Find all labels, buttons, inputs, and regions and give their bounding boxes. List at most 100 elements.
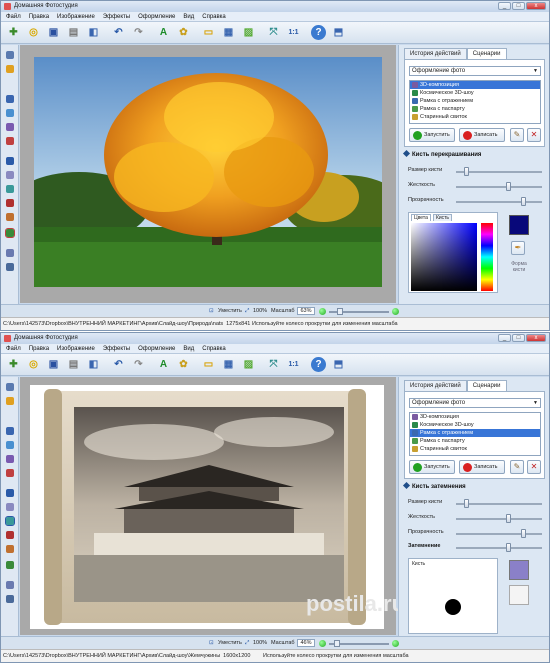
close-button[interactable]: x — [526, 2, 546, 10]
run-button[interactable]: Запустить — [409, 460, 455, 474]
menu-help[interactable]: Справка — [202, 344, 226, 353]
tab-history[interactable]: История действий — [404, 48, 467, 59]
actual-size-small-icon[interactable]: ⤢ — [245, 639, 249, 648]
recolor-brush-tool-icon[interactable] — [5, 228, 15, 238]
record-button[interactable]: Записать — [459, 128, 505, 142]
palette-icon[interactable]: ✿ — [176, 25, 191, 40]
minimize-button[interactable]: _ — [498, 334, 511, 342]
actual-size-icon[interactable]: 1:1 — [286, 357, 301, 372]
zoom-out-icon[interactable] — [319, 640, 326, 647]
opacity-slider[interactable] — [456, 529, 542, 538]
list-item[interactable]: Космическое 3D-шоу — [410, 421, 540, 429]
slider-knob[interactable] — [464, 167, 470, 176]
open-folder-icon[interactable]: ✚ — [6, 357, 21, 372]
current-color-swatch[interactable] — [509, 560, 529, 580]
slider-knob[interactable] — [464, 499, 470, 508]
tab-colors[interactable]: Цвета — [411, 214, 431, 221]
list-item[interactable]: Старинный свиток — [410, 445, 540, 453]
fit-label[interactable]: Уместить — [218, 307, 242, 316]
secondary-color-swatch[interactable] — [509, 585, 529, 605]
frame-icon[interactable]: ▭ — [201, 357, 216, 372]
info-icon[interactable]: ⬒ — [331, 25, 346, 40]
save-icon[interactable]: ▣ — [46, 357, 61, 372]
brush-size-slider[interactable] — [456, 499, 542, 508]
info-icon[interactable]: ⬒ — [331, 357, 346, 372]
photo-icon[interactable]: ▨ — [241, 357, 256, 372]
scenario-category-select[interactable]: Оформление фото ▼ — [409, 66, 541, 76]
brush-tool-icon[interactable] — [6, 427, 14, 435]
slider-knob[interactable] — [505, 543, 511, 552]
close-button[interactable]: x — [526, 334, 546, 342]
eye-tool-icon[interactable] — [6, 489, 14, 497]
delete-scenario-icon[interactable]: ✕ — [527, 128, 541, 142]
zoom-slider[interactable] — [329, 308, 389, 315]
palette-icon[interactable]: ✿ — [176, 357, 191, 372]
paint-tool-icon[interactable] — [6, 199, 14, 207]
stamp-tool-icon[interactable] — [6, 137, 14, 145]
zoom-out-icon[interactable] — [319, 308, 326, 315]
open-folder-icon[interactable]: ✚ — [6, 25, 21, 40]
slider-knob[interactable] — [505, 182, 511, 191]
menu-effects[interactable]: Эффекты — [103, 344, 130, 353]
color-gradient-field[interactable] — [411, 223, 477, 291]
zoom-slider-knob[interactable] — [334, 640, 340, 647]
maximize-button[interactable]: □ — [512, 2, 525, 10]
hue-bar[interactable] — [481, 223, 493, 291]
zoom-in-icon[interactable] — [392, 308, 399, 315]
edit-scenario-icon[interactable]: ✎ — [510, 460, 524, 474]
eye-tool-icon[interactable] — [6, 157, 14, 165]
list-item[interactable]: Космическое 3D-шоу — [410, 89, 540, 97]
stamp-tool-icon[interactable] — [6, 469, 14, 477]
text-tool-icon[interactable]: A — [156, 357, 171, 372]
menu-design[interactable]: Оформление — [138, 12, 175, 21]
slider-knob[interactable] — [521, 529, 527, 538]
help-icon[interactable]: ? — [311, 357, 326, 372]
actual-size-small-icon[interactable]: ⤢ — [245, 307, 249, 316]
lens-tool-icon[interactable] — [6, 171, 14, 179]
eyedropper-icon[interactable]: ✒ — [511, 241, 525, 255]
menu-view[interactable]: Вид — [183, 344, 194, 353]
photo-icon[interactable]: ▨ — [241, 25, 256, 40]
zoom-slider-knob[interactable] — [337, 308, 343, 315]
brush-tool-icon[interactable] — [6, 95, 14, 103]
magic-tool-icon[interactable] — [6, 65, 14, 73]
menu-file[interactable]: Файл — [6, 344, 21, 353]
zoom-100-label[interactable]: 100% — [253, 307, 267, 316]
calendar-icon[interactable]: ▦ — [221, 25, 236, 40]
redo-icon[interactable]: ↷ — [131, 357, 146, 372]
redeye-tool-icon[interactable] — [6, 185, 14, 193]
rotate-tool-icon[interactable] — [6, 581, 14, 589]
pointer-tool-icon[interactable] — [6, 51, 14, 59]
crop-tool-icon[interactable] — [6, 595, 14, 603]
undo-icon[interactable]: ↶ — [111, 357, 126, 372]
scenario-category-select[interactable]: Оформление фото ▼ — [409, 398, 541, 408]
print-icon[interactable]: ▤ — [66, 25, 81, 40]
fit-label[interactable]: Уместить — [218, 639, 242, 648]
undo-icon[interactable]: ↶ — [111, 25, 126, 40]
canvas-area[interactable]: postila.ru — [20, 377, 405, 635]
slider-knob[interactable] — [521, 197, 527, 206]
frame-icon[interactable]: ▭ — [201, 25, 216, 40]
menu-help[interactable]: Справка — [202, 12, 226, 21]
edit-scenario-icon[interactable]: ✎ — [510, 128, 524, 142]
menu-image[interactable]: Изображение — [57, 12, 95, 21]
menu-image[interactable]: Изображение — [57, 344, 95, 353]
recolor-tool-icon[interactable] — [6, 545, 14, 553]
darken-tool-icon[interactable] — [5, 516, 15, 526]
record-button[interactable]: Записать — [459, 460, 505, 474]
browse-icon[interactable]: ◎ — [26, 357, 41, 372]
crop-tool-icon[interactable] — [6, 263, 14, 271]
zoom-value-field[interactable]: 46% — [297, 639, 315, 647]
list-item[interactable]: Рамка с отражением — [410, 97, 540, 105]
list-item[interactable]: Рамка с паспарту — [410, 105, 540, 113]
pointer-tool-icon[interactable] — [6, 383, 14, 391]
paint-tool-icon[interactable] — [6, 531, 14, 539]
brush-size-slider[interactable] — [456, 167, 542, 176]
darkening-slider[interactable] — [456, 543, 542, 552]
list-item[interactable]: 3D-композиция — [410, 413, 540, 421]
slider-knob[interactable] — [505, 514, 511, 523]
export-icon[interactable]: ◧ — [86, 357, 101, 372]
tab-brush[interactable]: Кисть — [432, 214, 453, 221]
fit-screen-icon[interactable]: ⤧ — [266, 25, 281, 40]
blur-tool-icon[interactable] — [6, 123, 14, 131]
